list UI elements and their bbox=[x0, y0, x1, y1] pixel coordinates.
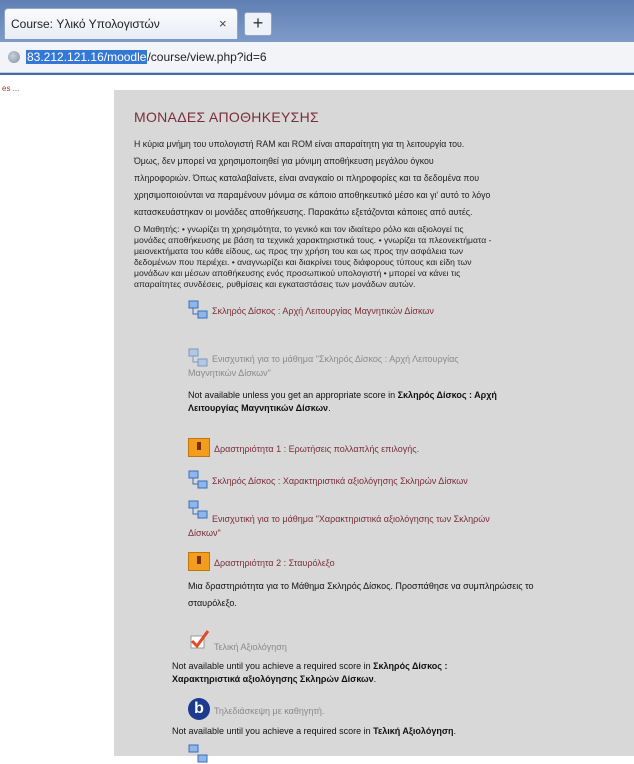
url-host: 83.212.121.16/moodle bbox=[26, 50, 148, 64]
intro-line: Η κύρια μνήμη του υπολογιστή RAM και ROM… bbox=[134, 139, 465, 149]
activity-link-hdd-principles[interactable]: Σκληρός Δίσκος : Αρχή Λειτουργίας Μαγνητ… bbox=[212, 306, 434, 316]
intro-line: πληροφοριών. Όπως καταλαβαίνετε, είναι α… bbox=[134, 173, 480, 183]
restriction-note: Not available until you achieve a requir… bbox=[172, 660, 592, 686]
section-objectives: Ο Μαθητής: • γνωρίζει τη χρησιμότητα, το… bbox=[134, 224, 594, 290]
section-intro: Η κύρια μνήμη του υπολογιστή RAM και ROM… bbox=[134, 136, 594, 221]
restriction-text: Not available unless you get an appropri… bbox=[188, 390, 398, 400]
restriction-text: . bbox=[453, 726, 456, 736]
url-path: /course/view.php?id=6 bbox=[147, 50, 267, 64]
new-tab-button[interactable]: + bbox=[244, 12, 272, 36]
network-icon bbox=[188, 300, 208, 319]
activity-link-remedial-2-cont[interactable]: Δίσκων" bbox=[188, 528, 221, 538]
restriction-note: Not available until you achieve a requir… bbox=[172, 725, 592, 738]
restriction-note: Not available unless you get an appropri… bbox=[188, 389, 588, 415]
url-text[interactable]: 83.212.121.16/moodle/course/view.php?id=… bbox=[26, 50, 267, 64]
network-icon bbox=[188, 744, 208, 763]
restriction-target: Σκληρός Δίσκος : bbox=[373, 661, 448, 671]
description-line: Μια δραστηριότητα για το Μάθημα Σκληρός … bbox=[188, 581, 534, 591]
objectives-line: Ο Μαθητής: • γνωρίζει τη χρησιμότητα, το… bbox=[134, 224, 464, 234]
browser-tab[interactable]: Course: Υλικό Υπολογιστών × bbox=[4, 8, 238, 39]
intro-line: Όμως, δεν μπορεί να χρησιμοποιηθεί για μ… bbox=[134, 156, 434, 166]
page-top-border bbox=[0, 73, 634, 75]
objectives-line: μονάδες αποθήκευσης με βάση τα τεχνικά χ… bbox=[134, 235, 492, 245]
network-icon bbox=[188, 348, 208, 367]
restriction-target: Χαρακτηριστικά αξιολόγησης Σκληρών Δίσκω… bbox=[172, 674, 374, 684]
activity-link-remedial-2[interactable]: Ενισχυτική για το μάθημα "Χαρακτηριστικά… bbox=[212, 514, 490, 524]
activity-description: Μια δραστηριότητα για το Μάθημα Σκληρός … bbox=[188, 578, 608, 612]
sidebar-truncated-link[interactable]: es ... bbox=[2, 84, 19, 93]
network-icon bbox=[188, 500, 208, 519]
objectives-line: μειονεκτήματα του κάθε είδους, ως προς τ… bbox=[134, 246, 464, 256]
section-title: ΜΟΝΑΔΕΣ ΑΠΟΘΗΚΕΥΣΗΣ bbox=[134, 109, 319, 125]
activity-link-remedial-1[interactable]: Ενισχυτική για το μάθημα "Σκληρός Δίσκος… bbox=[212, 354, 459, 364]
restriction-target: Σκληρός Δίσκος : Αρχή bbox=[397, 390, 497, 400]
restriction-text: . bbox=[373, 674, 377, 684]
browser-tab-bar: Course: Υλικό Υπολογιστών × + bbox=[0, 0, 634, 42]
restriction-text: . bbox=[328, 403, 331, 413]
restriction-target: Λειτουργίας Μαγνητικών Δίσκων bbox=[188, 403, 329, 413]
activity-link-quiz-1[interactable]: Δραστηριότητα 1 : Ερωτήσεις πολλαπλής επ… bbox=[214, 444, 419, 454]
quiz-icon bbox=[188, 552, 210, 571]
activity-link-hdd-characteristics[interactable]: Σκληρός Δίσκος : Χαρακτηριστικά αξιολόγη… bbox=[212, 476, 468, 486]
intro-line: κατασκευάστηκαν οι μονάδες αποθήκευσης. … bbox=[134, 207, 473, 217]
activity-link-final-assessment[interactable]: Τελική Αξιολόγηση bbox=[214, 642, 287, 652]
address-bar[interactable]: 83.212.121.16/moodle/course/view.php?id=… bbox=[0, 42, 634, 73]
activity-link-videoconference[interactable]: Τηλεδιάσκεψη με καθηγητή. bbox=[214, 706, 324, 716]
tab-title: Course: Υλικό Υπολογιστών bbox=[11, 17, 160, 31]
bigbluebutton-icon: b bbox=[188, 698, 210, 720]
globe-icon bbox=[8, 51, 20, 63]
restriction-text: Not available until you achieve a requir… bbox=[172, 661, 374, 671]
activity-link-remedial-1-cont[interactable]: Μαγνητικών Δίσκων" bbox=[188, 368, 271, 378]
activity-link-crossword[interactable]: Δραστηριότητα 2 : Σταυρόλεξο bbox=[214, 558, 335, 568]
objectives-line: δεδομένων που περιέχει. • αναγνωρίζει κα… bbox=[134, 257, 472, 267]
checkmark-icon bbox=[190, 630, 210, 649]
description-line: σταυρόλεξο. bbox=[188, 598, 237, 608]
intro-line: χρησιμοποιούνται να παραμένουν μόνιμα σε… bbox=[134, 190, 491, 200]
quiz-icon bbox=[188, 438, 210, 457]
restriction-text: Not available until you achieve a requir… bbox=[172, 726, 374, 736]
restriction-target: Τελική Αξιολόγηση bbox=[373, 726, 454, 736]
network-icon bbox=[188, 470, 208, 489]
objectives-line: απαραίτητες συνδέσεις, ρυθμίσεις και εγκ… bbox=[134, 279, 416, 289]
close-tab-icon[interactable]: × bbox=[219, 16, 227, 31]
objectives-line: μονάδων και μέσων αποθήκευσης ενός προσω… bbox=[134, 268, 461, 278]
